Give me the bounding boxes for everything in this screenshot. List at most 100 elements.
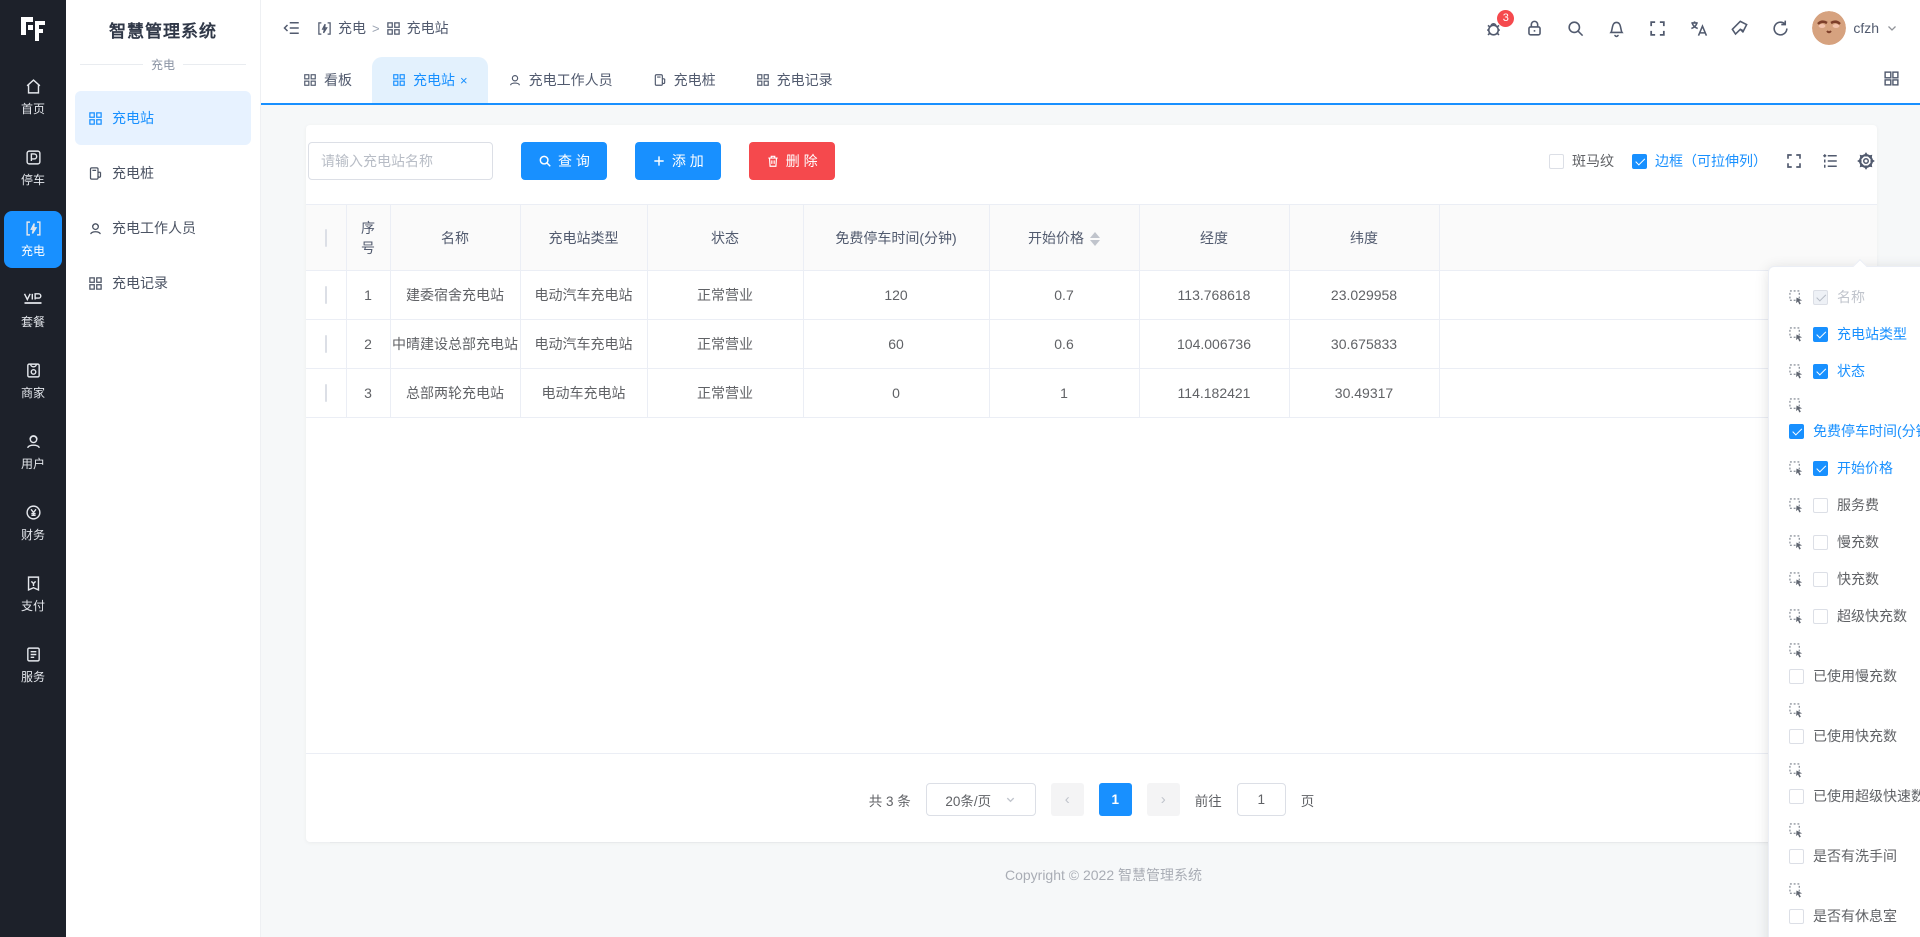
column-checkbox[interactable]: [1813, 572, 1828, 587]
column-checkbox[interactable]: [1813, 364, 1828, 379]
delete-button[interactable]: 删 除: [749, 142, 835, 180]
fullscreen-icon[interactable]: [1648, 19, 1667, 38]
app-logo[interactable]: [18, 14, 48, 44]
rail-item-packages[interactable]: 套餐: [4, 282, 62, 339]
page-number-button[interactable]: 1: [1099, 783, 1132, 816]
column-checkbox[interactable]: [1789, 669, 1804, 684]
column-checkbox[interactable]: [1813, 609, 1828, 624]
refresh-icon[interactable]: [1771, 19, 1790, 38]
column-checkbox[interactable]: [1789, 789, 1804, 804]
column-checkbox[interactable]: [1789, 729, 1804, 744]
column-density-icon[interactable]: [1821, 152, 1839, 170]
column-checkbox[interactable]: [1813, 498, 1828, 513]
table-row[interactable]: 1 建委宿舍充电站 电动汽车充电站 正常营业 120 0.7 113.76861…: [306, 271, 1877, 320]
drag-handle-icon[interactable]: [1789, 498, 1804, 513]
column-toggle-item[interactable]: 慢充数: [1789, 532, 1919, 552]
drag-handle-icon[interactable]: [1789, 609, 1804, 624]
tab-charging-pile[interactable]: 充电桩: [633, 57, 736, 103]
column-toggle-item[interactable]: 已使用慢充数: [1789, 643, 1919, 686]
drag-handle-icon[interactable]: [1789, 572, 1804, 587]
drag-handle-icon[interactable]: [1789, 290, 1804, 305]
drag-handle-icon[interactable]: [1789, 703, 1804, 718]
column-toggle-item[interactable]: 已使用快充数: [1789, 703, 1919, 746]
query-button[interactable]: 查 询: [521, 142, 607, 180]
rail-item-users[interactable]: 用户: [4, 424, 62, 481]
column-checkbox[interactable]: [1789, 424, 1804, 439]
breadcrumb-item[interactable]: 充电: [338, 18, 366, 38]
add-button[interactable]: 添 加: [635, 142, 721, 180]
rail-item-parking[interactable]: 停车: [4, 140, 62, 197]
layout-grid-icon[interactable]: [1883, 70, 1900, 87]
border-resizable-checkbox[interactable]: 边框（可拉伸列）: [1632, 151, 1767, 171]
column-toggle-item[interactable]: 快充数: [1789, 569, 1919, 589]
column-toggle-item[interactable]: 超级快充数: [1789, 606, 1919, 626]
column-toggle-item[interactable]: 名称: [1789, 287, 1919, 307]
rail-item-finance[interactable]: 财务: [4, 495, 62, 552]
rail-item-service[interactable]: 服务: [4, 637, 62, 694]
lock-icon[interactable]: [1525, 19, 1544, 38]
drag-handle-icon[interactable]: [1789, 643, 1804, 658]
rail-item-home[interactable]: 首页: [4, 69, 62, 126]
breadcrumb-item[interactable]: 充电站: [407, 18, 449, 38]
zebra-stripe-checkbox[interactable]: 斑马纹: [1549, 151, 1614, 171]
drag-handle-icon[interactable]: [1789, 763, 1804, 778]
table-row[interactable]: 3 总部两轮充电站 电动车充电站 正常营业 0 1 114.182421 30.…: [306, 369, 1877, 418]
theme-icon[interactable]: [1730, 19, 1749, 38]
translate-icon[interactable]: [1689, 19, 1708, 38]
stations-table: 序号 名称 充电站类型 状态 免费停车时间(分钟) 开始价格 经度 纬度: [306, 204, 1877, 754]
column-toggle-item[interactable]: 充电站类型: [1789, 324, 1919, 344]
row-checkbox[interactable]: [325, 286, 327, 304]
column-toggle-item[interactable]: 开始价格: [1789, 458, 1919, 478]
drag-handle-icon[interactable]: [1789, 327, 1804, 342]
column-checkbox[interactable]: [1813, 461, 1828, 476]
select-all-checkbox[interactable]: [325, 229, 327, 247]
sidebar-item-charging-pile[interactable]: 充电桩: [75, 146, 251, 200]
table-fullscreen-icon[interactable]: [1785, 152, 1803, 170]
column-checkbox[interactable]: [1789, 909, 1804, 924]
column-toggle-item[interactable]: 是否有洗手间: [1789, 823, 1919, 866]
grid-icon: [392, 73, 406, 87]
tab-charging-records[interactable]: 充电记录: [736, 57, 853, 103]
column-toggle-item[interactable]: 服务费: [1789, 495, 1919, 515]
sort-icons[interactable]: [1090, 232, 1100, 246]
column-checkbox[interactable]: [1789, 849, 1804, 864]
prev-page-button[interactable]: ‹: [1051, 783, 1084, 816]
table-row[interactable]: 2 中晴建设总部充电站 电动汽车充电站 正常营业 60 0.6 104.0067…: [306, 320, 1877, 369]
page-size-select[interactable]: 20条/页: [926, 783, 1036, 816]
sidebar-item-charging-station[interactable]: 充电站: [75, 91, 251, 145]
station-search-input[interactable]: [308, 142, 493, 180]
collapse-sidebar-icon[interactable]: [283, 19, 301, 37]
sidebar-item-charging-staff[interactable]: 充电工作人员: [75, 201, 251, 255]
bug-report-icon[interactable]: 3: [1484, 19, 1503, 38]
drag-handle-icon[interactable]: [1789, 398, 1804, 413]
column-checkbox[interactable]: [1813, 290, 1828, 305]
rail-item-charging[interactable]: 充电: [4, 211, 62, 268]
rail-item-merchant[interactable]: 商家: [4, 353, 62, 410]
search-icon[interactable]: [1566, 19, 1585, 38]
drag-handle-icon[interactable]: [1789, 535, 1804, 550]
drag-handle-icon[interactable]: [1789, 883, 1804, 898]
col-header-start-price[interactable]: 开始价格: [989, 205, 1139, 271]
row-checkbox[interactable]: [325, 384, 327, 402]
column-toggle-item[interactable]: 状态: [1789, 361, 1919, 381]
user-menu[interactable]: cfzh: [1812, 11, 1898, 45]
column-toggle-item[interactable]: 已使用超级快速数: [1789, 763, 1919, 806]
tab-dashboard[interactable]: 看板: [283, 57, 372, 103]
tab-charging-station[interactable]: 充电站 ×: [372, 57, 488, 103]
rail-item-payment[interactable]: 支付: [4, 566, 62, 623]
drag-handle-icon[interactable]: [1789, 461, 1804, 476]
bell-icon[interactable]: [1607, 19, 1626, 38]
goto-page-input[interactable]: [1237, 783, 1286, 816]
close-tab-icon[interactable]: ×: [460, 73, 468, 88]
column-toggle-item[interactable]: 免费停车时间(分钟): [1789, 398, 1919, 441]
drag-handle-icon[interactable]: [1789, 823, 1804, 838]
column-toggle-item[interactable]: 是否有休息室: [1789, 883, 1919, 926]
sidebar-item-charging-records[interactable]: 充电记录: [75, 256, 251, 310]
next-page-button[interactable]: ›: [1147, 783, 1180, 816]
drag-handle-icon[interactable]: [1789, 364, 1804, 379]
column-checkbox[interactable]: [1813, 535, 1828, 550]
row-checkbox[interactable]: [325, 335, 327, 353]
column-settings-gear-icon[interactable]: [1857, 152, 1875, 170]
column-checkbox[interactable]: [1813, 327, 1828, 342]
tab-charging-staff[interactable]: 充电工作人员: [488, 57, 633, 103]
